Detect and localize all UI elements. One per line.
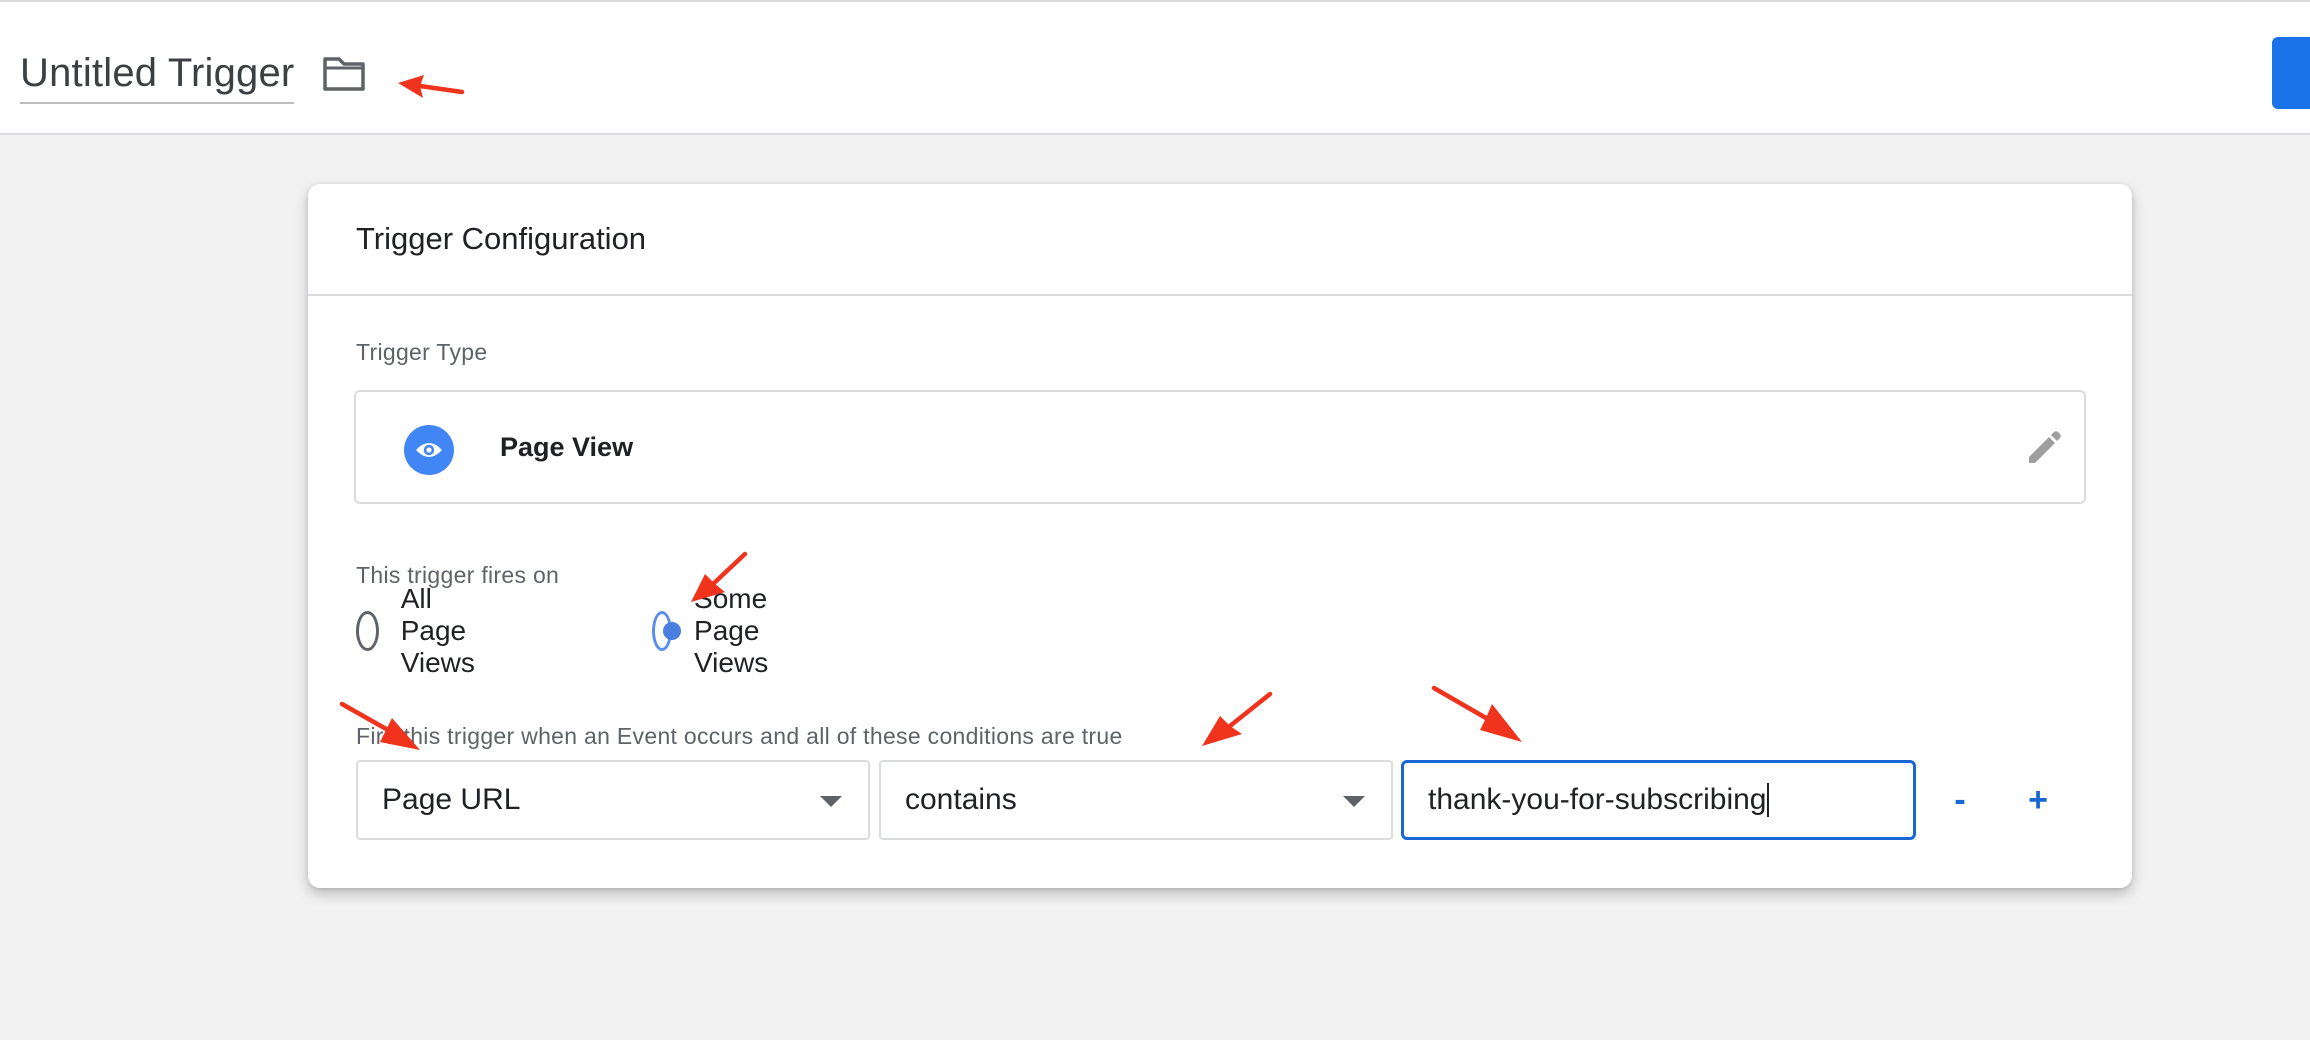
text-cursor	[1767, 783, 1770, 817]
radio-unchecked-icon[interactable]	[356, 611, 379, 651]
variable-select[interactable]: Page URL	[356, 760, 870, 840]
save-button[interactable]	[2272, 37, 2310, 109]
trigger-name-field[interactable]: Untitled Trigger	[20, 50, 295, 104]
condition-value-input[interactable]: thank-you-for-subscribing	[1401, 760, 1916, 840]
pencil-icon[interactable]	[2024, 428, 2064, 468]
operator-select[interactable]: contains	[879, 760, 1393, 840]
trigger-type-label: Trigger Type	[356, 339, 488, 365]
radio-label-all: All Page Views	[400, 583, 475, 678]
radio-dot	[663, 622, 681, 640]
card-title: Trigger Configuration	[356, 221, 647, 256]
card-header: Trigger Configuration	[308, 184, 2132, 296]
radio-checked-icon[interactable]	[652, 611, 681, 651]
conditions-label: Fire this trigger when an Event occurs a…	[356, 723, 1123, 749]
top-bar: Untitled Trigger	[0, 0, 2310, 135]
annotation-arrow	[398, 75, 465, 98]
condition-value-text[interactable]: thank-you-for-subscribing	[1428, 783, 1766, 817]
folder-icon[interactable]	[322, 54, 366, 92]
chevron-down-icon	[820, 796, 842, 807]
chevron-down-icon	[1343, 796, 1365, 807]
annotation-arrow	[339, 701, 420, 750]
radio-some-page-views[interactable]: Some Page Views	[652, 583, 788, 678]
annotation-arrow	[1431, 685, 1522, 742]
trigger-type-selector[interactable]: Page View	[354, 390, 2086, 504]
trigger-name[interactable]: Untitled Trigger	[20, 50, 294, 96]
annotation-arrow	[1202, 691, 1273, 746]
radio-all-page-views[interactable]: All Page Views	[356, 583, 492, 678]
trigger-type-name: Page View	[500, 432, 634, 462]
variable-value: Page URL	[382, 783, 521, 816]
operator-value: contains	[905, 783, 1017, 816]
annotation-arrow	[691, 551, 748, 602]
eye-icon	[404, 425, 454, 475]
add-condition-button[interactable]: +	[2014, 768, 2062, 832]
trigger-configuration-card: Trigger Configuration Trigger Type Page …	[308, 184, 2132, 888]
remove-condition-button[interactable]: -	[1936, 768, 1984, 832]
